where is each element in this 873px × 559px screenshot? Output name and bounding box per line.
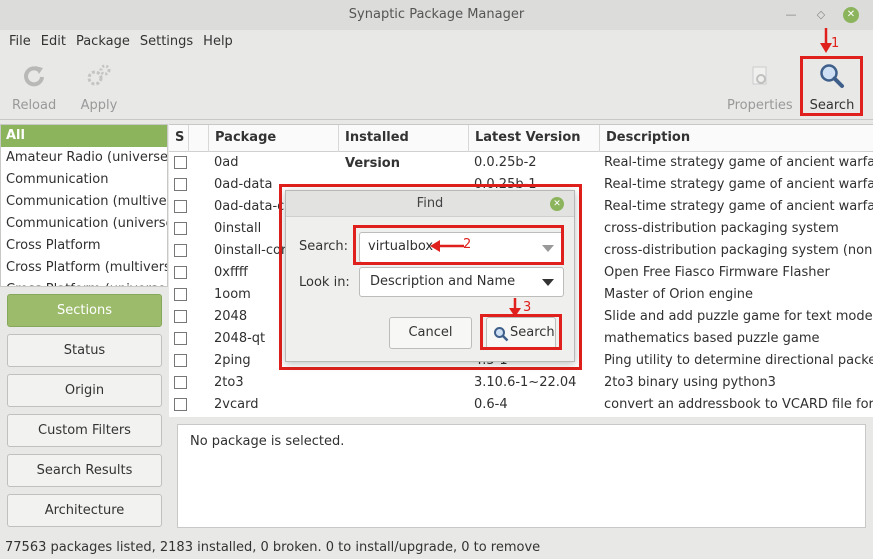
find-button-highlight — [480, 314, 562, 350]
apply-label: Apply — [80, 98, 118, 113]
menu-help[interactable]: Help — [198, 30, 238, 54]
custom-filters-button[interactable]: Custom Filters — [7, 414, 162, 447]
package-checkbox[interactable] — [174, 222, 187, 235]
package-description: cross-distribution packaging system — [604, 221, 839, 236]
package-description: Ping utility to determine directional pa… — [604, 353, 873, 368]
lookin-label: Look in: — [299, 275, 350, 290]
section-item[interactable]: All — [1, 125, 167, 147]
architecture-button[interactable]: Architecture — [7, 494, 162, 527]
package-name: 2vcard — [214, 397, 259, 412]
package-description: 2to3 binary using python3 — [604, 375, 776, 390]
latest-version: 3.10.6-1~22.04 — [474, 375, 577, 390]
table-header: S Package Installed Version Latest Versi… — [169, 125, 873, 171]
window-controls: — ◇ ✕ — [783, 7, 859, 23]
minimize-icon[interactable]: — — [783, 7, 799, 23]
package-detail: No package is selected. — [177, 424, 866, 528]
package-description: Real-time strategy game of ancient warfa… — [604, 177, 873, 192]
window-title: Synaptic Package Manager — [348, 7, 525, 22]
package-checkbox[interactable] — [174, 156, 187, 169]
package-name: 2to3 — [214, 375, 244, 390]
package-checkbox[interactable] — [174, 200, 187, 213]
col-package[interactable]: Package — [209, 125, 339, 152]
package-description: Master of Orion engine — [604, 287, 754, 302]
col-icon[interactable] — [189, 125, 209, 152]
step1-label: 1 — [831, 36, 840, 51]
col-description[interactable]: Description — [600, 125, 873, 152]
sections-list[interactable]: All Amateur Radio (universe) Communicati… — [0, 124, 168, 287]
detail-text: No package is selected. — [190, 434, 345, 449]
lookin-select[interactable]: Description and Name — [359, 267, 564, 297]
step3-label: 3 — [523, 300, 532, 315]
package-checkbox[interactable] — [174, 310, 187, 323]
search-results-button[interactable]: Search Results — [7, 454, 162, 487]
package-checkbox[interactable] — [174, 354, 187, 367]
package-description: Real-time strategy game of ancient warfa… — [604, 155, 873, 170]
reload-icon — [24, 66, 44, 87]
section-item[interactable]: Cross Platform — [1, 235, 167, 257]
lookin-value: Description and Name — [370, 274, 516, 289]
package-checkbox[interactable] — [174, 398, 187, 411]
table-row[interactable]: 2to3 3.10.6-1~22.04 2to3 binary using pyth… — [169, 372, 873, 394]
package-name: 0ad — [214, 155, 239, 170]
section-item[interactable]: Amateur Radio (universe) — [1, 147, 167, 169]
section-item[interactable]: Communication — [1, 169, 167, 191]
latest-version: 0.0.25b-2 — [474, 155, 537, 170]
properties-icon — [752, 66, 767, 85]
apply-button[interactable]: Apply — [79, 62, 119, 113]
search-button-highlight — [800, 56, 863, 116]
find-dialog-title-bar: Find ✕ — [286, 191, 574, 217]
package-description: convert an addressbook to VCARD file for… — [604, 397, 873, 412]
step2-label: 2 — [463, 237, 472, 252]
maximize-icon[interactable]: ◇ — [813, 7, 829, 23]
cancel-button[interactable]: Cancel — [389, 317, 472, 349]
section-item[interactable]: Communication (universe) — [1, 213, 167, 235]
col-status[interactable]: S — [169, 125, 189, 152]
package-description: Slide and add puzzle game for text mode — [604, 309, 873, 324]
section-item[interactable]: Cross Platform (universe) — [1, 279, 167, 286]
col-latest-version[interactable]: Latest Version — [469, 125, 600, 152]
table-row[interactable]: 0ad 0.0.25b-2 Real-time strategy game of a… — [169, 152, 873, 174]
latest-version: 0.6-4 — [474, 397, 508, 412]
package-checkbox[interactable] — [174, 332, 187, 345]
col-installed-version[interactable]: Installed Version — [339, 125, 469, 171]
toolbar: Reload Apply Properties Search — [0, 54, 873, 120]
package-description: Open Free Fiasco Firmware Flasher — [604, 265, 830, 280]
section-item[interactable]: Cross Platform (multiverse) — [1, 257, 167, 279]
menu-file[interactable]: File — [4, 30, 36, 54]
package-checkbox[interactable] — [174, 266, 187, 279]
properties-button[interactable]: Properties — [727, 62, 793, 113]
package-description: cross-distribution packaging system (non… — [604, 243, 873, 258]
menu-settings[interactable]: Settings — [135, 30, 198, 54]
sections-button[interactable]: Sections — [7, 294, 162, 327]
dialog-close-icon[interactable]: ✕ — [550, 197, 564, 211]
section-item[interactable]: Communication (multiverse) — [1, 191, 167, 213]
chevron-down-icon — [542, 279, 554, 286]
menu-package[interactable]: Package — [71, 30, 135, 54]
package-checkbox[interactable] — [174, 244, 187, 257]
close-icon[interactable]: ✕ — [843, 7, 859, 23]
package-checkbox[interactable] — [174, 288, 187, 301]
table-row[interactable]: 2vcard 0.6-4 convert an addressbook to VCA… — [169, 394, 873, 416]
menubar: File Edit Package Settings Help — [0, 30, 873, 54]
status-button[interactable]: Status — [7, 334, 162, 367]
arrow-down-icon — [509, 298, 521, 317]
gears-icon — [87, 64, 111, 86]
reload-button[interactable]: Reload — [12, 62, 56, 113]
package-checkbox[interactable] — [174, 376, 187, 389]
package-description: Real-time strategy game of ancient warfa… — [604, 199, 873, 214]
search-label: Search: — [299, 239, 349, 254]
arrow-left-icon — [430, 240, 464, 252]
origin-button[interactable]: Origin — [7, 374, 162, 407]
status-bar: 77563 packages listed, 2183 installed, 0… — [5, 540, 541, 555]
menu-edit[interactable]: Edit — [36, 30, 71, 54]
package-description: mathematics based puzzle game — [604, 331, 820, 346]
window-titlebar: Synaptic Package Manager — ◇ ✕ — [0, 0, 873, 30]
reload-label: Reload — [12, 98, 57, 113]
find-dialog-title: Find — [416, 196, 444, 211]
package-checkbox[interactable] — [174, 178, 187, 191]
properties-label: Properties — [727, 98, 793, 113]
